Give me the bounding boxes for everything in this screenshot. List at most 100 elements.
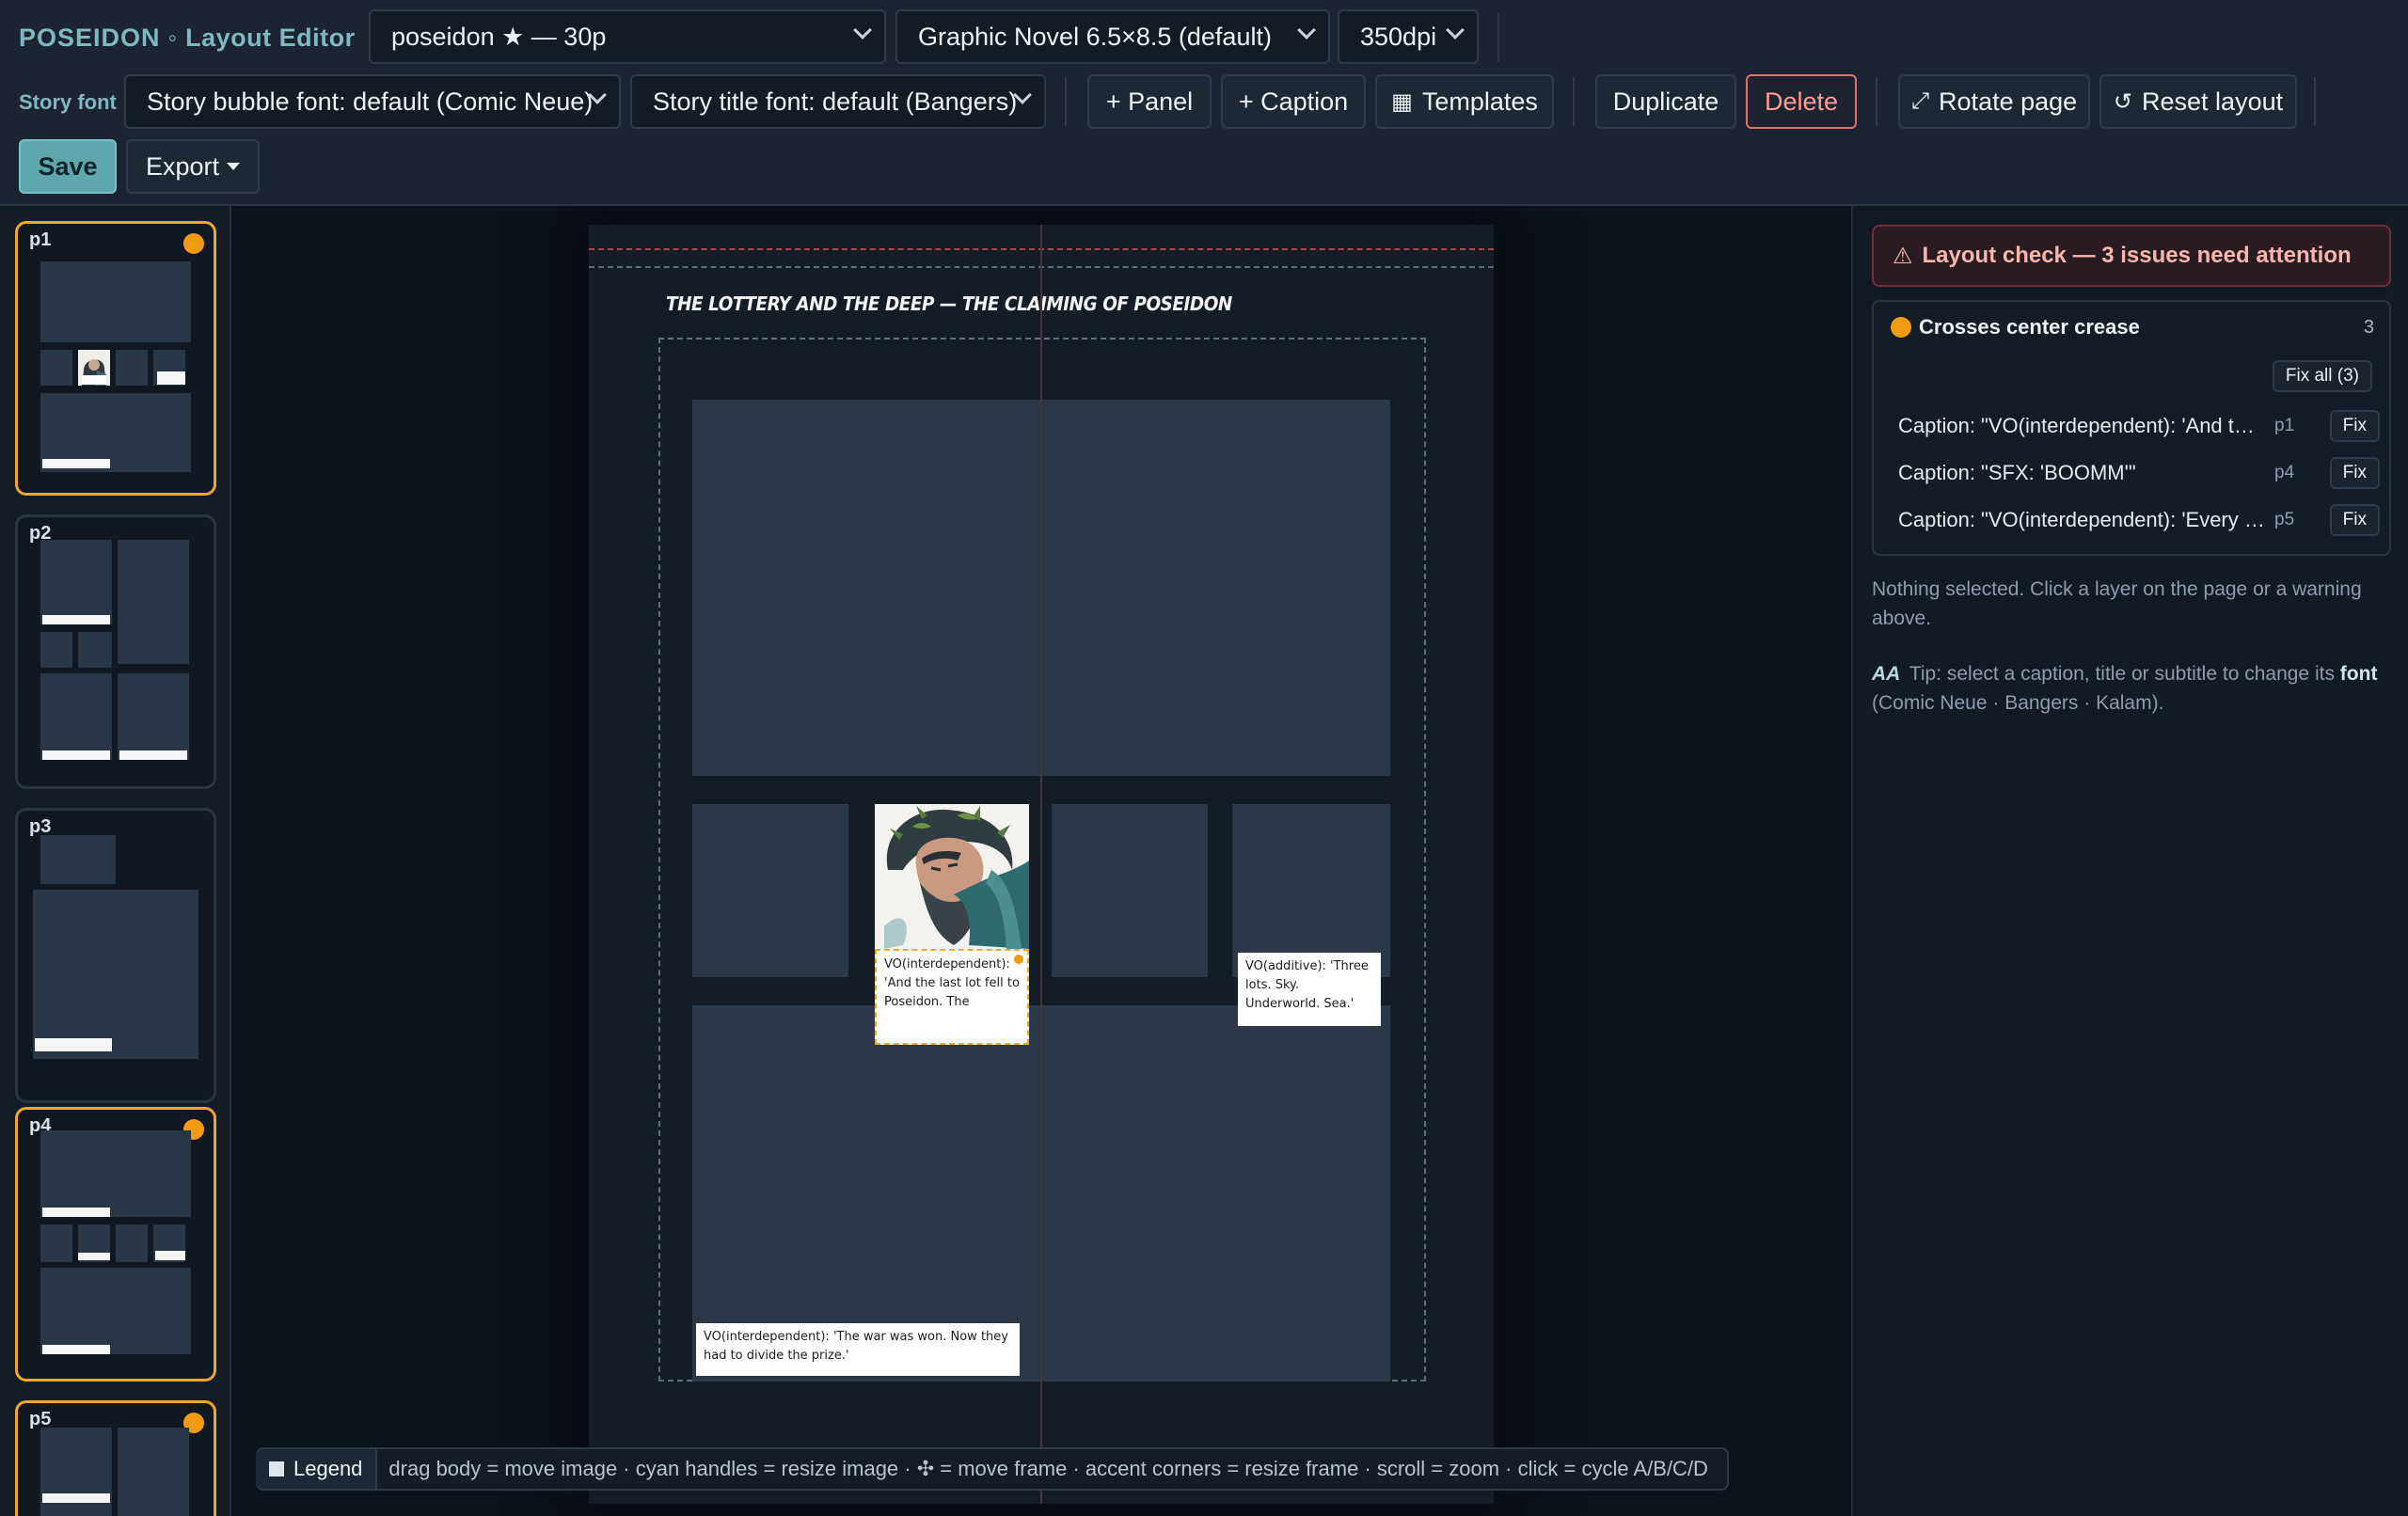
- dpi-select-value: 350dpi: [1360, 22, 1437, 51]
- page-canvas[interactable]: THE LOTTERY AND THE DEEP — THE CLAIMING …: [231, 206, 1851, 1516]
- caption-text: VO(interdependent): 'And the last lot fe…: [884, 957, 1020, 1009]
- reset-icon: ↺: [2113, 88, 2133, 115]
- panel-middle-1[interactable]: [692, 804, 848, 977]
- thumb-caption: [78, 1253, 110, 1260]
- caption-text: VO(additive): 'Three lots. Sky. Underwor…: [1245, 959, 1369, 1011]
- panel-middle-3[interactable]: [1052, 804, 1208, 977]
- thumbnail-p1[interactable]: p1: [15, 221, 216, 496]
- fix-button[interactable]: Fix: [2329, 410, 2380, 442]
- thumb-panel: [118, 1428, 189, 1516]
- panel-middle-2-image[interactable]: [875, 804, 1029, 949]
- issue-row[interactable]: Caption: "VO(interdependent): 'Every t… …: [1874, 501, 2393, 539]
- issue-page: p1: [2274, 416, 2295, 435]
- templates-button[interactable]: ▦ Templates: [1375, 74, 1554, 129]
- issue-group-header: Crosses center crease: [1891, 315, 2140, 340]
- thumb-panel: [40, 673, 112, 760]
- title-font-select-value: Story title font: default (Bangers): [653, 87, 1018, 116]
- reset-layout-button[interactable]: ↺ Reset layout: [2099, 74, 2297, 129]
- toolbar-divider: [1876, 77, 1877, 126]
- thumb-panel: [116, 1224, 148, 1262]
- caption-additive[interactable]: VO(additive): 'Three lots. Sky. Underwor…: [1238, 953, 1381, 1026]
- inspector-panel: ⚠ Layout check — 3 issues need attention…: [1851, 206, 2408, 1516]
- toolbar-divider: [1065, 77, 1067, 126]
- issue-text: Caption: "VO(interdependent): 'Every t…: [1898, 508, 2265, 531]
- legend-help-text: drag body = move image · cyan handles = …: [388, 1457, 1708, 1480]
- top-toolbar: POSEIDON ◦ Layout Editor poseidon ★ — 30…: [0, 0, 2408, 206]
- project-select-value: poseidon ★ — 30p: [391, 22, 607, 51]
- thumb-caption: [42, 615, 110, 624]
- nothing-selected-text: Nothing selected. Click a layer on the p…: [1872, 578, 2362, 629]
- panel-middle-4[interactable]: [1232, 804, 1390, 977]
- font-tip-fonts: (Comic Neue · Bangers · Kalam).: [1872, 692, 2164, 714]
- thumbnail-p4[interactable]: p4: [15, 1107, 216, 1382]
- thumb-caption: [157, 371, 185, 385]
- delete-button[interactable]: Delete: [1746, 74, 1857, 129]
- rotate-page-button[interactable]: ⤢ Rotate page: [1898, 74, 2090, 129]
- issue-row[interactable]: Caption: "SFX: 'BOOMM'" p4 Fix: [1874, 454, 2393, 492]
- export-button[interactable]: Export: [126, 139, 260, 194]
- thumb-panel: [40, 1224, 72, 1262]
- warning-dot-icon: [183, 233, 204, 254]
- fix-all-button[interactable]: Fix all (3): [2272, 360, 2372, 392]
- thumb-panel: [118, 673, 189, 760]
- chevron-down-icon: [1297, 21, 1316, 39]
- caption-interdependent-2[interactable]: VO(interdependent): 'The war was won. No…: [696, 1323, 1020, 1376]
- toolbar-divider: [1497, 13, 1499, 62]
- issue-page: p5: [2274, 510, 2295, 529]
- thumb-panel: [40, 632, 72, 668]
- save-button[interactable]: Save: [19, 139, 117, 194]
- format-select[interactable]: Graphic Novel 6.5×8.5 (default): [895, 9, 1330, 64]
- issue-row[interactable]: Caption: "VO(interdependent): 'And th… p…: [1874, 407, 2393, 445]
- thumb-caption: [42, 1345, 110, 1354]
- dpi-select[interactable]: 350dpi: [1338, 9, 1479, 64]
- thumbnail-p2[interactable]: p2: [15, 514, 216, 789]
- font-tip-keyword: font: [2339, 663, 2378, 685]
- poseidon-illustration: [875, 804, 1029, 949]
- thumbnail-p3[interactable]: p3: [15, 808, 216, 1103]
- project-select[interactable]: poseidon ★ — 30p: [369, 9, 886, 64]
- thumbnail-label: p1: [29, 229, 52, 250]
- bubble-font-select[interactable]: Story bubble font: default (Comic Neue): [124, 74, 621, 129]
- warning-triangle-icon: ⚠: [1893, 243, 1913, 269]
- issue-text: Caption: "VO(interdependent): 'And th…: [1898, 414, 2265, 437]
- page-spread[interactable]: THE LOTTERY AND THE DEEP — THE CLAIMING …: [589, 225, 1494, 1504]
- rotate-page-label: Rotate page: [1939, 87, 2078, 116]
- page-thumbnails: p1 p2 p3 p4 p5: [0, 206, 231, 1516]
- legend-button-label: Legend: [293, 1457, 363, 1480]
- add-panel-button[interactable]: + Panel: [1087, 74, 1212, 129]
- warning-dot-icon: [1012, 953, 1025, 966]
- fix-button[interactable]: Fix: [2329, 504, 2380, 536]
- font-tip-icon: AA: [1872, 663, 1901, 685]
- issue-group-title: Crosses center crease: [1919, 315, 2140, 339]
- thumbnail-p5[interactable]: p5: [15, 1400, 216, 1516]
- brand-separator: ◦: [167, 23, 179, 52]
- format-select-value: Graphic Novel 6.5×8.5 (default): [918, 22, 1272, 51]
- title-font-select[interactable]: Story title font: default (Bangers): [630, 74, 1046, 129]
- font-tip: AA Tip: select a caption, title or subti…: [1872, 659, 2391, 718]
- thumb-caption: [42, 750, 110, 760]
- center-crease-guide: [1040, 225, 1042, 1504]
- duplicate-button[interactable]: Duplicate: [1595, 74, 1736, 129]
- thumb-caption: [35, 1038, 112, 1051]
- caret-down-icon: [227, 163, 241, 170]
- thumb-caption: [42, 1493, 110, 1503]
- thumb-panel: [33, 890, 198, 1059]
- fix-button[interactable]: Fix: [2329, 457, 2380, 489]
- toolbar-divider: [2314, 77, 2316, 126]
- page-title[interactable]: THE LOTTERY AND THE DEEP — THE CLAIMING …: [666, 292, 1232, 315]
- thumb-panel: [40, 540, 112, 624]
- legend-button[interactable]: Legend: [256, 1449, 378, 1489]
- issue-group-count: 3: [2363, 317, 2374, 338]
- app-title: POSEIDON ◦ Layout Editor: [19, 21, 356, 55]
- export-label: Export: [145, 151, 220, 181]
- toolbar-divider: [1573, 77, 1575, 126]
- thumb-panel: [118, 540, 189, 664]
- templates-label: Templates: [1421, 87, 1538, 116]
- thumb-panel: [40, 1130, 191, 1217]
- caption-interdependent-1[interactable]: VO(interdependent): 'And the last lot fe…: [875, 949, 1029, 1045]
- brand-subtitle: Layout Editor: [185, 23, 356, 52]
- add-caption-button[interactable]: + Caption: [1221, 74, 1366, 129]
- thumb-caption: [42, 459, 110, 468]
- thumb-caption: [42, 1208, 110, 1217]
- thumb-panel: [40, 835, 116, 884]
